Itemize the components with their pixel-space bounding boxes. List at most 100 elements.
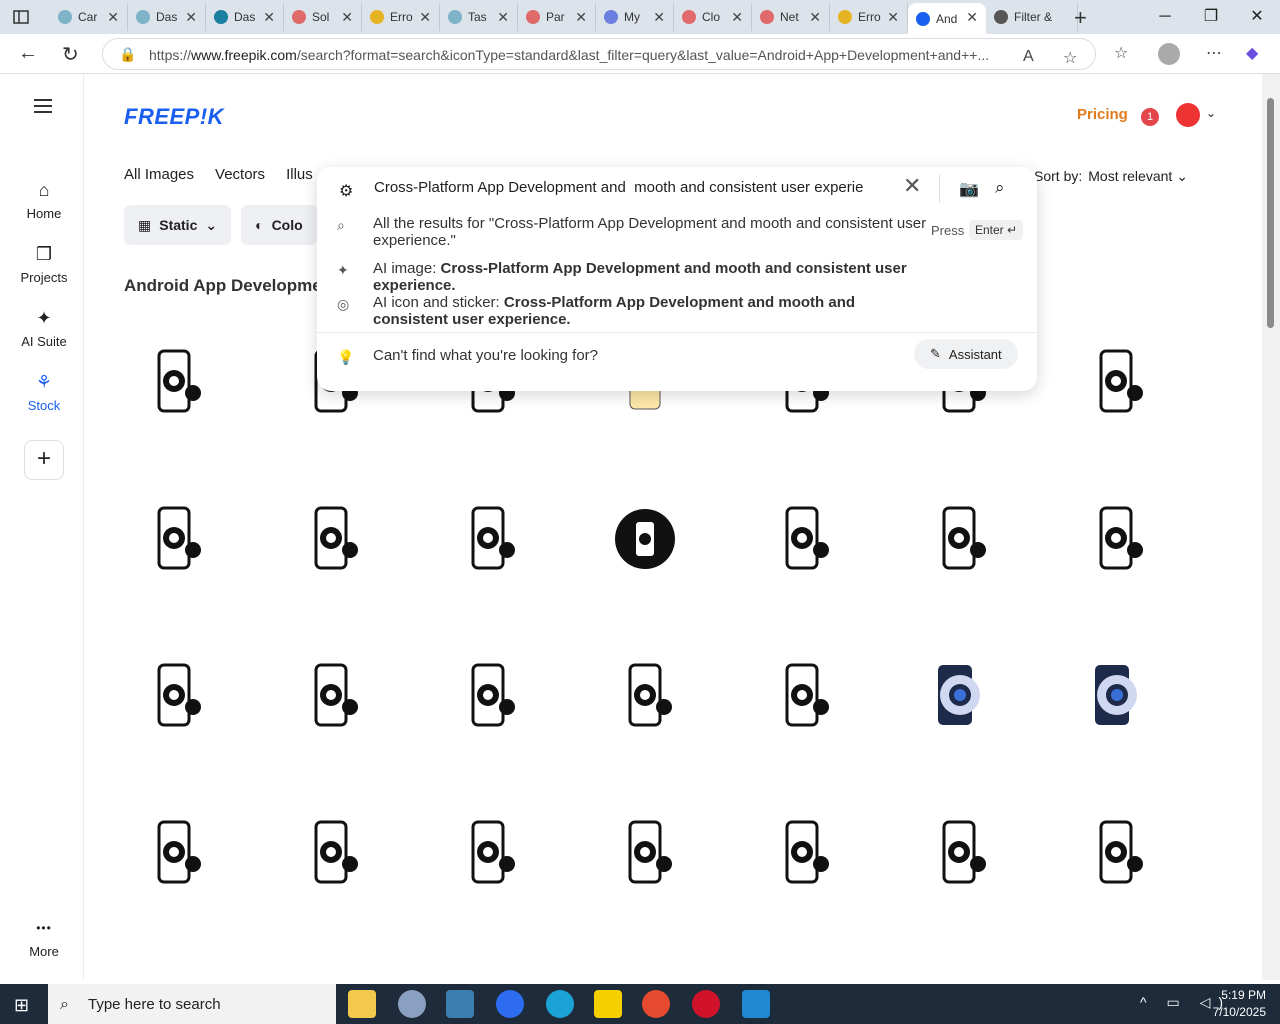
- phone-tree-icon[interactable]: [281, 489, 381, 589]
- circle-gear-icon[interactable]: [595, 489, 695, 589]
- phone-lock-icon[interactable]: [909, 803, 1009, 903]
- rotate-phone-icon[interactable]: [124, 646, 224, 746]
- close-tab-icon[interactable]: ✕: [341, 9, 353, 26]
- new-tab-button[interactable]: +: [1074, 5, 1087, 31]
- phone-team-icon[interactable]: [752, 646, 852, 746]
- category-tab[interactable]: Vectors: [215, 166, 265, 183]
- search-icon[interactable]: ⌕: [995, 178, 1005, 198]
- search-type-icon[interactable]: ⚙: [339, 181, 353, 201]
- phone-gear-blue-icon[interactable]: [1066, 646, 1166, 746]
- browser-tab[interactable]: Tas ✕: [440, 3, 518, 31]
- close-tab-icon[interactable]: ✕: [887, 9, 899, 26]
- windows-start-icon[interactable]: ⊞: [14, 995, 29, 1016]
- laptop-code-icon[interactable]: [281, 646, 381, 746]
- browser-tab[interactable]: Clo ✕: [674, 3, 752, 31]
- browser-tab[interactable]: Net ✕: [752, 3, 830, 31]
- phone-gear-icon[interactable]: [124, 332, 224, 432]
- add-icon[interactable]: +: [4, 440, 84, 480]
- filter-static-button[interactable]: ▦ Static ⌄: [124, 205, 232, 245]
- close-tab-icon[interactable]: ✕: [966, 9, 978, 26]
- browser-tab[interactable]: Das ✕: [128, 3, 206, 31]
- read-aloud-icon[interactable]: A: [1023, 48, 1034, 66]
- avatar[interactable]: [1176, 103, 1200, 127]
- phone-flow-icon[interactable]: [595, 646, 695, 746]
- chevron-down-icon[interactable]: ⌄: [1206, 106, 1216, 120]
- favorite-star-icon[interactable]: ☆: [1063, 48, 1077, 68]
- restore-button[interactable]: ❐: [1188, 0, 1234, 34]
- refresh-icon[interactable]: ↻: [62, 42, 79, 67]
- phone-chat-icon[interactable]: [1066, 332, 1166, 432]
- browser-tab[interactable]: Sol ✕: [284, 3, 362, 31]
- close-tab-icon[interactable]: ✕: [731, 9, 743, 26]
- sidebar-item-stock[interactable]: ⚘ Stock: [4, 370, 84, 413]
- sidebar-item-ai-suite[interactable]: ✦ AI Suite: [4, 306, 84, 349]
- phone-list-icon[interactable]: [595, 803, 695, 903]
- file-explorer-icon[interactable]: [348, 990, 376, 1018]
- close-tab-icon[interactable]: ✕: [419, 9, 431, 26]
- app-icon[interactable]: [398, 990, 426, 1018]
- sort-dropdown[interactable]: Sort by: Most relevant ⌄: [1034, 168, 1188, 185]
- notification-badge[interactable]: 1: [1141, 108, 1159, 126]
- search-input[interactable]: [374, 179, 894, 196]
- category-tab[interactable]: All Images: [124, 166, 194, 183]
- zoom-icon[interactable]: [496, 990, 524, 1018]
- pricing-link[interactable]: Pricing: [1077, 106, 1128, 123]
- phone-hand-icon[interactable]: [752, 803, 852, 903]
- scrollbar[interactable]: [1262, 74, 1280, 980]
- chrome-icon[interactable]: [642, 990, 670, 1018]
- tab-actions-icon[interactable]: [12, 8, 30, 26]
- phone-camera-icon[interactable]: [438, 803, 538, 903]
- edge-icon[interactable]: [546, 990, 574, 1018]
- close-tab-icon[interactable]: ✕: [497, 9, 509, 26]
- minimize-button[interactable]: ─: [1142, 0, 1188, 34]
- phone-network-icon[interactable]: [752, 489, 852, 589]
- camera-search-icon[interactable]: 📷: [959, 179, 979, 199]
- back-icon[interactable]: ←: [18, 42, 38, 65]
- scrollbar-thumb[interactable]: [1267, 98, 1274, 328]
- browser-tab[interactable]: Par ✕: [518, 3, 596, 31]
- category-tab[interactable]: Illus: [286, 166, 313, 183]
- clock[interactable]: 5:19 PM 7/10/2025: [1213, 987, 1266, 1021]
- assistant-button[interactable]: ✎ Assistant: [914, 339, 1018, 369]
- phone-tree-icon[interactable]: [438, 489, 538, 589]
- taskbar-search[interactable]: ⌕ Type here to search: [48, 984, 336, 1024]
- phone-fingerprint-icon[interactable]: [438, 646, 538, 746]
- browser-tab[interactable]: Das ✕: [206, 3, 284, 31]
- filter-colo-button[interactable]: ◐ Colo: [241, 205, 317, 245]
- site-info-icon[interactable]: 🔒: [119, 46, 136, 63]
- close-tab-icon[interactable]: ✕: [185, 9, 197, 26]
- close-tab-icon[interactable]: ✕: [575, 9, 587, 26]
- sidebar-item-projects[interactable]: ❐ Projects: [4, 242, 84, 285]
- browser-tab[interactable]: Erro ✕: [362, 3, 440, 31]
- app-icon[interactable]: [446, 990, 474, 1018]
- close-tab-icon[interactable]: ✕: [107, 9, 119, 26]
- favorites-icon[interactable]: ☆: [1114, 43, 1128, 63]
- copilot-icon[interactable]: ◆: [1246, 43, 1258, 63]
- url-text[interactable]: https://www.freepik.com/search?format=se…: [149, 47, 1009, 63]
- phone-gear-blue-icon[interactable]: [909, 646, 1009, 746]
- phone-cloud-icon[interactable]: [124, 803, 224, 903]
- profile-icon[interactable]: [1158, 43, 1180, 65]
- vscode-icon[interactable]: [742, 990, 770, 1018]
- phone-star-icon[interactable]: [281, 803, 381, 903]
- phone-gear-head-icon[interactable]: [1066, 803, 1166, 903]
- freepik-logo[interactable]: FREEP!K: [124, 104, 224, 130]
- phone-user-icon[interactable]: [1066, 489, 1166, 589]
- browser-tab[interactable]: My ✕: [596, 3, 674, 31]
- sticky-notes-icon[interactable]: [594, 990, 622, 1018]
- sidebar-item-more[interactable]: ••• More: [4, 916, 84, 959]
- clear-search-icon[interactable]: ✕: [903, 173, 921, 199]
- browser-tab[interactable]: Erro ✕: [830, 3, 908, 31]
- phone-code-icon[interactable]: [124, 489, 224, 589]
- sidebar-item-home[interactable]: ⌂ Home: [4, 178, 84, 221]
- close-tab-icon[interactable]: ✕: [653, 9, 665, 26]
- opera-icon[interactable]: [692, 990, 720, 1018]
- close-tab-icon[interactable]: ✕: [263, 9, 275, 26]
- phone-user-icon[interactable]: [909, 489, 1009, 589]
- settings-more-icon[interactable]: ⋯: [1206, 43, 1222, 63]
- browser-tab[interactable]: Filter &: [986, 3, 1078, 31]
- browser-tab[interactable]: Car ✕: [50, 3, 128, 31]
- close-tab-icon[interactable]: ✕: [809, 9, 821, 26]
- browser-tab[interactable]: And ✕: [908, 3, 986, 34]
- url-bar[interactable]: 🔒 https://www.freepik.com/search?format=…: [102, 38, 1096, 70]
